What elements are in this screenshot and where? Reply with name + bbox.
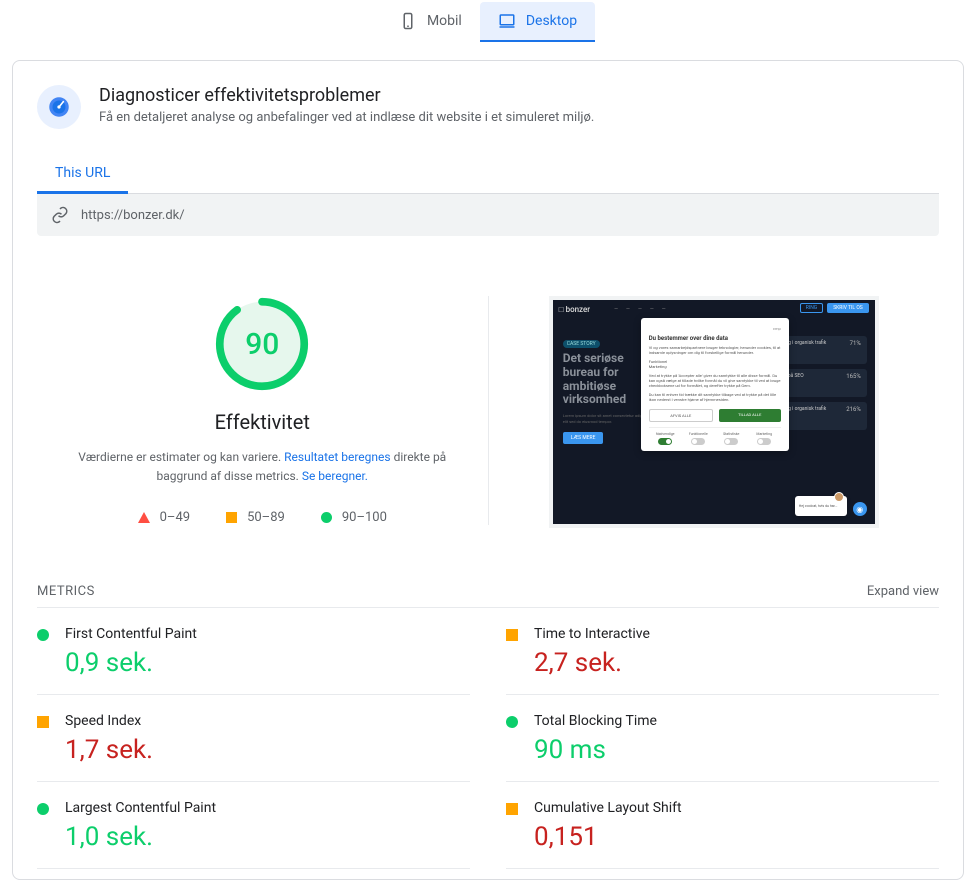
- square-icon: [37, 716, 49, 728]
- url-bar: https://bonzer.dk/: [37, 194, 939, 236]
- tab-mobile-label: Mobil: [427, 13, 462, 29]
- metric-row: First Contentful Paint 0,9 sek.: [37, 608, 470, 695]
- tab-mobile[interactable]: Mobil: [381, 2, 480, 42]
- score-label: Effektivitet: [215, 410, 310, 434]
- metric-name: Largest Contentful Paint: [65, 800, 216, 816]
- cookie-dialog: cmp Du bestemmer over dine data Vi og vo…: [641, 318, 789, 451]
- square-icon: [506, 803, 518, 815]
- mobile-icon: [399, 12, 417, 30]
- metric-row: Total Blocking Time 90 ms: [506, 695, 939, 782]
- square-icon: [226, 512, 237, 523]
- metrics-heading: METRICS: [37, 584, 95, 599]
- url-text: https://bonzer.dk/: [81, 208, 185, 223]
- tab-this-url[interactable]: This URL: [37, 155, 128, 194]
- legend-fail: 0–49: [138, 510, 190, 525]
- metric-value: 0,151: [534, 822, 682, 852]
- metric-name: Time to Interactive: [534, 626, 650, 642]
- diagnose-title: Diagnosticer effektivitetsproblemer: [99, 85, 594, 106]
- metric-value: 0,9 sek.: [65, 648, 197, 678]
- metric-name: Speed Index: [65, 713, 153, 729]
- metric-row: Largest Contentful Paint 1,0 sek.: [37, 782, 470, 869]
- expand-view-link[interactable]: Expand view: [867, 584, 939, 599]
- link-result-calc[interactable]: Resultatet beregnes: [284, 450, 390, 464]
- metric-row: Cumulative Layout Shift 0,151: [506, 782, 939, 869]
- triangle-icon: [138, 512, 150, 523]
- metric-name: First Contentful Paint: [65, 626, 197, 642]
- metric-name: Total Blocking Time: [534, 713, 657, 729]
- score-description: Værdierne er estimater og kan variere. R…: [72, 448, 452, 486]
- score-column: 90 Effektivitet Værdierne er estimater o…: [37, 296, 489, 525]
- fab-icon: ◉: [853, 502, 867, 516]
- metric-value: 1,0 sek.: [65, 822, 216, 852]
- score-gauge: 90: [214, 296, 310, 392]
- score-legend: 0–49 50–89 90–100: [138, 510, 387, 525]
- report-card: Diagnosticer effektivitetsproblemer Få e…: [12, 60, 964, 880]
- circle-icon: [37, 803, 49, 815]
- desktop-icon: [498, 12, 516, 30]
- metric-value: 1,7 sek.: [65, 735, 153, 765]
- device-tabs: Mobil Desktop: [0, 0, 976, 42]
- diagnose-header: Diagnosticer effektivitetsproblemer Få e…: [37, 85, 939, 129]
- square-icon: [506, 629, 518, 641]
- metric-row: Speed Index 1,7 sek.: [37, 695, 470, 782]
- circle-icon: [506, 716, 518, 728]
- circle-icon: [37, 629, 49, 641]
- tab-desktop-label: Desktop: [526, 13, 577, 29]
- link-icon: [51, 206, 69, 224]
- gauge-icon: [37, 85, 81, 129]
- metric-name: Cumulative Layout Shift: [534, 800, 682, 816]
- page-screenshot: □ bonzer ————— RING SKRIV TIL OS CASE ST…: [549, 296, 879, 528]
- url-tabs: This URL: [37, 155, 939, 194]
- score-value: 90: [214, 296, 310, 392]
- diagnose-subtitle: Få en detaljeret analyse og anbefalinger…: [99, 110, 594, 125]
- metric-value: 90 ms: [534, 735, 657, 765]
- tab-desktop[interactable]: Desktop: [480, 2, 595, 42]
- legend-avg: 50–89: [226, 510, 285, 525]
- metric-row: Time to Interactive 2,7 sek.: [506, 608, 939, 695]
- chat-widget: Hej coolcat, hvis du har...: [795, 496, 847, 516]
- metric-value: 2,7 sek.: [534, 648, 650, 678]
- link-see-calc[interactable]: Se beregner.: [302, 469, 368, 483]
- metrics-grid: First Contentful Paint 0,9 sek. Time to …: [37, 608, 939, 869]
- circle-icon: [321, 512, 332, 523]
- legend-good: 90–100: [321, 510, 387, 525]
